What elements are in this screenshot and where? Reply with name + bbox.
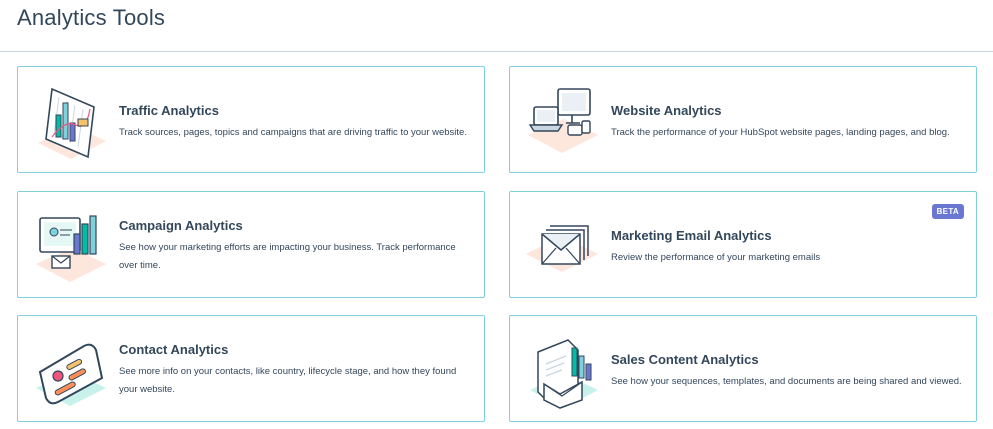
card-title: Sales Content Analytics — [611, 352, 759, 367]
card-description: Track sources, pages, topics and campaig… — [119, 127, 467, 138]
marketing-email-analytics-card[interactable]: Marketing Email Analytics Review the per… — [509, 191, 977, 298]
contact-card-illustration-icon — [32, 328, 110, 410]
page-title: Analytics Tools — [17, 5, 166, 30]
card-title: Marketing Email Analytics — [611, 228, 772, 243]
card-title: Campaign Analytics — [119, 218, 243, 233]
campaign-dashboard-illustration-icon — [32, 204, 110, 286]
contact-analytics-card[interactable]: Contact Analytics See more info on your … — [17, 315, 485, 422]
document-envelope-illustration-icon — [524, 328, 602, 410]
traffic-chart-illustration-icon — [32, 79, 110, 161]
devices-illustration-icon — [524, 79, 602, 161]
sales-content-analytics-card[interactable]: Sales Content Analytics See how your seq… — [509, 315, 977, 422]
traffic-analytics-card[interactable]: Traffic Analytics Track sources, pages, … — [17, 66, 485, 173]
website-analytics-card[interactable]: Website Analytics Track the performance … — [509, 66, 977, 173]
card-title: Website Analytics — [611, 103, 722, 118]
envelopes-illustration-icon — [524, 204, 602, 286]
card-description: Review the performance of your marketing… — [611, 252, 821, 263]
card-description: Track the performance of your HubSpot we… — [611, 127, 950, 138]
beta-badge: BETA — [931, 204, 964, 219]
header-divider — [0, 51, 993, 52]
card-description: See more info on your contacts, like cou… — [119, 366, 457, 395]
card-description: See how your sequences, templates, and d… — [611, 376, 962, 387]
campaign-analytics-card[interactable]: Campaign Analytics See how your marketin… — [17, 191, 485, 298]
card-description: See how your marketing efforts are impac… — [119, 242, 456, 271]
card-title: Traffic Analytics — [119, 103, 219, 118]
card-title: Contact Analytics — [119, 342, 229, 357]
